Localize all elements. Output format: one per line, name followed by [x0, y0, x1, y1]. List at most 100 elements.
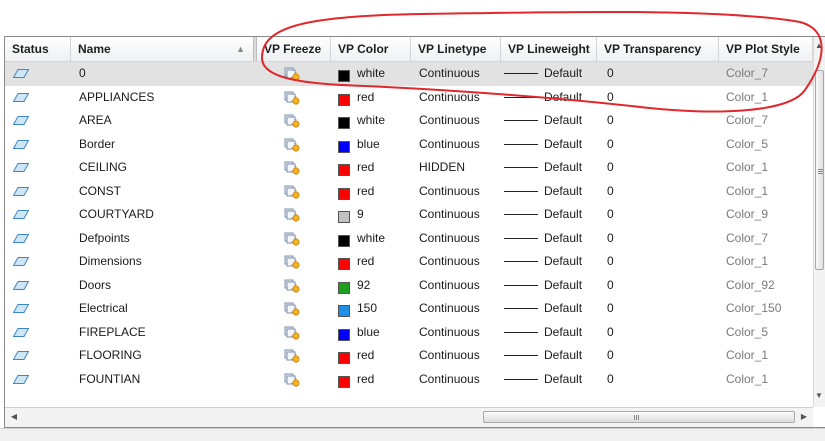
table-row[interactable]: FIREPLACE blue Continuous Default 0 Color_5 — [5, 321, 813, 345]
vp-transparency-value[interactable]: 0 — [607, 180, 647, 204]
vp-linetype-value[interactable]: Continuous — [419, 62, 501, 86]
table-row[interactable]: Dimensions red Continuous Default 0 Color_1 — [5, 250, 813, 274]
column-header-vp-transparency[interactable]: VP Transparency — [597, 37, 719, 61]
vp-linetype-value[interactable]: HIDDEN — [419, 156, 501, 180]
layer-status-icon[interactable] — [13, 233, 29, 243]
color-swatch[interactable] — [338, 281, 350, 294]
color-swatch[interactable] — [338, 164, 350, 176]
vp-transparency-value[interactable]: 0 — [607, 297, 647, 321]
vp-lineweight-value[interactable]: Default — [544, 180, 594, 204]
vp-lineweight-value[interactable]: Default — [544, 227, 594, 251]
table-row[interactable]: Doors 92 Continuous Default 0 Color_92 — [5, 274, 813, 298]
color-swatch[interactable] — [338, 140, 350, 153]
table-row[interactable]: FLOORING red Continuous Default 0 Color_1 — [5, 344, 813, 368]
table-row[interactable]: APPLIANCES red Continuous Default 0 Color_1 — [5, 86, 813, 110]
vp-transparency-value[interactable]: 0 — [607, 227, 647, 251]
vp-freeze-sun-icon[interactable] — [284, 373, 300, 387]
column-header-vp-color[interactable]: VP Color — [331, 37, 411, 61]
table-row[interactable]: CEILING red HIDDEN Default 0 Color_1 — [5, 156, 813, 180]
layer-status-icon[interactable] — [13, 210, 29, 219]
table-row[interactable]: FOUNTIAN red Continuous Default 0 Color_1 — [5, 368, 813, 392]
vp-color-value[interactable]: red — [357, 156, 407, 180]
column-header-name[interactable]: Name ▲ — [71, 37, 253, 61]
vp-freeze-sun-icon[interactable] — [284, 161, 300, 175]
arrow-down-icon[interactable]: ▼ — [814, 391, 824, 400]
color-swatch[interactable] — [338, 375, 350, 388]
vp-freeze-sun-icon[interactable] — [284, 91, 300, 105]
vp-freeze-sun-icon[interactable] — [284, 302, 300, 316]
vp-freeze-sun-icon[interactable] — [284, 208, 300, 222]
vp-transparency-value[interactable]: 0 — [607, 133, 647, 157]
arrow-up-icon[interactable]: ▲ — [814, 41, 824, 50]
color-swatch[interactable] — [338, 93, 350, 106]
vp-lineweight-value[interactable]: Default — [544, 86, 594, 110]
layer-status-icon[interactable] — [13, 257, 29, 266]
table-row[interactable]: Electrical 150 Continuous Default 0 Color_150 — [5, 297, 813, 321]
vp-linetype-value[interactable]: Continuous — [419, 227, 501, 251]
vp-color-value[interactable]: 9 — [357, 203, 407, 227]
color-swatch[interactable] — [338, 305, 350, 317]
vp-lineweight-value[interactable]: Default — [544, 203, 594, 227]
vp-color-value[interactable]: red — [357, 86, 407, 110]
column-header-status[interactable]: Status — [5, 37, 71, 61]
vp-transparency-value[interactable]: 0 — [607, 274, 647, 298]
layer-status-icon[interactable] — [13, 69, 29, 78]
layer-status-icon[interactable] — [13, 280, 29, 290]
vp-color-value[interactable]: 150 — [357, 297, 407, 321]
vp-lineweight-value[interactable]: Default — [544, 297, 594, 321]
table-row[interactable]: CONST red Continuous Default 0 Color_1 — [5, 180, 813, 204]
vp-linetype-value[interactable]: Continuous — [419, 109, 501, 133]
vertical-scrollbar[interactable]: ▲ ▼ — [813, 37, 825, 407]
vp-color-value[interactable]: white — [357, 62, 407, 86]
table-row[interactable]: Defpoints white Continuous Default 0 Color_7 — [5, 227, 813, 251]
layer-status-icon[interactable] — [13, 92, 29, 102]
vp-linetype-value[interactable]: Continuous — [419, 133, 501, 157]
color-swatch[interactable] — [338, 187, 350, 200]
arrow-right-icon[interactable]: ▶ — [799, 412, 809, 421]
vp-transparency-value[interactable]: 0 — [607, 368, 647, 392]
vp-transparency-value[interactable]: 0 — [607, 62, 647, 86]
vp-color-value[interactable]: red — [357, 250, 407, 274]
vp-freeze-sun-icon[interactable] — [284, 185, 300, 199]
vp-linetype-value[interactable]: Continuous — [419, 297, 501, 321]
color-swatch[interactable] — [338, 352, 350, 364]
vp-freeze-sun-icon[interactable] — [284, 255, 300, 269]
color-swatch[interactable] — [338, 258, 350, 270]
layer-status-icon[interactable] — [13, 374, 29, 384]
vp-lineweight-value[interactable]: Default — [544, 321, 594, 345]
layer-status-icon[interactable] — [13, 351, 29, 360]
vp-freeze-sun-icon[interactable] — [284, 279, 300, 293]
vp-linetype-value[interactable]: Continuous — [419, 368, 501, 392]
layer-status-icon[interactable] — [13, 116, 29, 125]
vp-transparency-value[interactable]: 0 — [607, 109, 647, 133]
vp-color-value[interactable]: white — [357, 109, 407, 133]
horizontal-scrollbar[interactable]: ◀ ▶ — [5, 407, 813, 427]
vp-lineweight-value[interactable]: Default — [544, 156, 594, 180]
vp-linetype-value[interactable]: Continuous — [419, 86, 501, 110]
vp-linetype-value[interactable]: Continuous — [419, 321, 501, 345]
column-header-vp-linetype[interactable]: VP Linetype — [411, 37, 501, 61]
vertical-scroll-thumb[interactable] — [815, 70, 824, 270]
vp-linetype-value[interactable]: Continuous — [419, 250, 501, 274]
vp-freeze-sun-icon[interactable] — [284, 326, 300, 340]
vp-linetype-value[interactable]: Continuous — [419, 274, 501, 298]
vp-lineweight-value[interactable]: Default — [544, 62, 594, 86]
vp-transparency-value[interactable]: 0 — [607, 156, 647, 180]
column-header-vp-freeze[interactable]: VP Freeze — [257, 37, 331, 61]
vp-color-value[interactable]: red — [357, 180, 407, 204]
vp-freeze-sun-icon[interactable] — [284, 67, 300, 81]
vp-color-value[interactable]: red — [357, 344, 407, 368]
arrow-left-icon[interactable]: ◀ — [9, 412, 19, 421]
color-swatch[interactable] — [338, 117, 350, 129]
vp-transparency-value[interactable]: 0 — [607, 86, 647, 110]
vp-color-value[interactable]: red — [357, 368, 407, 392]
vp-color-value[interactable]: white — [357, 227, 407, 251]
column-header-vp-plot-style[interactable]: VP Plot Style — [719, 37, 813, 61]
vp-transparency-value[interactable]: 0 — [607, 203, 647, 227]
table-row[interactable]: 0 white Continuous Default 0 Color_7 — [5, 62, 813, 86]
vp-linetype-value[interactable]: Continuous — [419, 180, 501, 204]
vp-lineweight-value[interactable]: Default — [544, 133, 594, 157]
color-swatch[interactable] — [338, 234, 350, 247]
vp-color-value[interactable]: blue — [357, 321, 407, 345]
column-header-vp-lineweight[interactable]: VP Lineweight — [501, 37, 597, 61]
